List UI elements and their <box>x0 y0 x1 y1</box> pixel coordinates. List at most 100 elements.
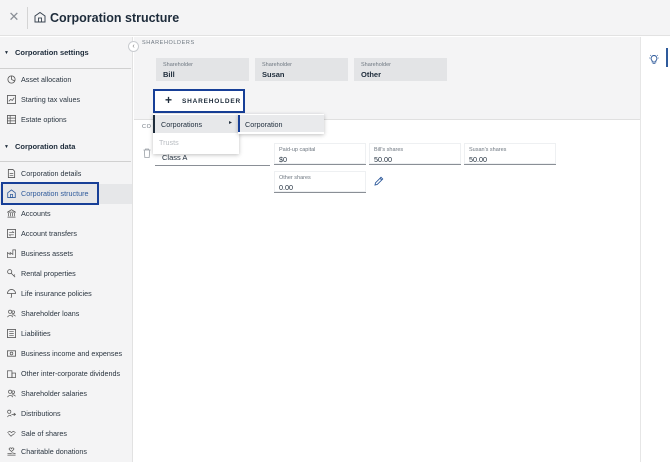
share-icon <box>7 409 16 418</box>
key-icon <box>7 269 16 278</box>
handshake-icon <box>7 430 16 437</box>
sidebar-item-liabilities[interactable]: Liabilities <box>0 324 132 344</box>
shareholder-label: Shareholder <box>262 62 292 68</box>
sidebar-item-label: Asset allocation <box>21 75 72 84</box>
paid-up-capital-field[interactable]: Paid-up capital $0 <box>274 143 366 165</box>
sidebar-item-label: Accounts <box>21 209 51 218</box>
field-label: Other shares <box>279 175 311 181</box>
transfer-icon <box>7 229 16 238</box>
close-icon[interactable]: ✕ <box>8 10 20 23</box>
divider <box>0 68 131 69</box>
sidebar-item-asset-allocation[interactable]: Asset allocation <box>0 70 132 90</box>
shareholder-type-menu: Corporations ▸ Trusts <box>153 114 239 154</box>
menu-item-label: Corporations <box>161 120 203 129</box>
sidebar-item-label: Shareholder loans <box>21 309 80 318</box>
grid-icon <box>7 115 16 124</box>
sidebar-item-sale-of-shares[interactable]: Sale of shares <box>0 424 132 444</box>
people-icon <box>7 389 16 398</box>
section-title: Corporation settings <box>14 48 89 57</box>
shareholders-heading: SHAREHOLDERS <box>142 40 195 46</box>
add-shareholder-button[interactable]: + SHAREHOLDER <box>153 89 245 113</box>
sidebar-item-label: Corporation details <box>21 169 82 178</box>
bills-shares-field[interactable]: Bill's shares 50.00 <box>369 143 461 165</box>
lightbulb-icon[interactable] <box>649 54 659 65</box>
sidebar-item-label: Estate options <box>21 115 67 124</box>
shareholder-label: Shareholder <box>163 62 193 68</box>
people-icon <box>7 309 16 318</box>
field-value: 50.00 <box>469 155 487 164</box>
field-label: Susan's shares <box>469 147 507 153</box>
building-icon <box>34 11 46 23</box>
section-title: Corporation data <box>14 142 76 151</box>
share-classes-panel <box>134 119 640 462</box>
sidebar-item-label: Account transfers <box>21 229 77 238</box>
trash-icon[interactable] <box>143 148 151 158</box>
menu-item-label: Trusts <box>159 138 179 147</box>
sidebar-item-label: Life insurance policies <box>21 289 92 298</box>
umbrella-icon <box>7 289 16 298</box>
chevron-left-icon: ‹ <box>132 43 135 50</box>
field-value: 50.00 <box>374 155 392 164</box>
shareholder-label: Shareholder <box>361 62 391 68</box>
other-shares-field[interactable]: Other shares 0.00 <box>274 171 366 193</box>
sidebar-item-shareholder-loans[interactable]: Shareholder loans <box>0 304 132 324</box>
pie-icon <box>7 75 16 84</box>
sidebar-item-accounts[interactable]: Accounts <box>0 204 132 224</box>
shareholder-card[interactable]: Shareholder Other <box>354 58 447 81</box>
sidebar-item-label: Charitable donations <box>21 447 87 456</box>
menu-item-trusts[interactable]: Trusts <box>153 133 239 151</box>
page-title: Corporation structure <box>50 11 180 25</box>
shareholder-name: Susan <box>262 70 285 79</box>
submenu-item-corporation[interactable]: Corporation <box>238 115 324 132</box>
pencil-icon[interactable] <box>374 176 384 186</box>
document-icon <box>7 169 16 178</box>
menu-item-label: Corporation <box>245 120 283 129</box>
sidebar-item-label: Liabilities <box>21 329 51 338</box>
field-value: 0.00 <box>279 183 293 192</box>
sidebar-item-corporation-details[interactable]: Corporation details <box>0 164 132 184</box>
shareholder-card[interactable]: Shareholder Susan <box>255 58 348 81</box>
divider <box>0 161 131 162</box>
sidebar-item-business-assets[interactable]: Business assets <box>0 244 132 264</box>
sidebar-item-label: Business income and expenses <box>21 349 123 358</box>
sidebar-item-rental-properties[interactable]: Rental properties <box>0 264 132 284</box>
shareholder-name: Bill <box>163 70 175 79</box>
sidebar-item-business-income-and-expenses[interactable]: Business income and expenses <box>0 344 132 364</box>
shareholder-name: Other <box>361 70 382 79</box>
building-icon <box>7 370 16 378</box>
sidebar-item-life-insurance-policies[interactable]: Life insurance policies <box>0 284 132 304</box>
sidebar-item-label: Distributions <box>21 409 61 418</box>
sidebar-item-estate-options[interactable]: Estate options <box>0 110 132 130</box>
add-shareholder-label: SHAREHOLDER <box>182 98 241 105</box>
sidebar-section-corporation-data[interactable]: ▼ Corporation data <box>4 142 75 151</box>
cash-icon <box>7 350 16 357</box>
menu-item-corporations[interactable]: Corporations ▸ <box>153 115 239 133</box>
sidebar-item-label: Business assets <box>21 249 73 258</box>
sidebar-item-distributions[interactable]: Distributions <box>0 404 132 424</box>
title-divider <box>27 7 28 29</box>
sidebar-item-label: Starting tax values <box>21 95 81 104</box>
susans-shares-field[interactable]: Susan's shares 50.00 <box>464 143 556 165</box>
share-class-name: Class A <box>162 153 188 162</box>
sidebar-item-label: Other inter-corporate dividends <box>21 369 121 378</box>
collapse-sidebar-button[interactable]: ‹ <box>128 41 139 52</box>
sidebar-item-starting-tax-values[interactable]: Starting tax values <box>0 90 132 110</box>
field-label: Bill's shares <box>374 147 404 153</box>
field-label: Paid-up capital <box>279 147 316 153</box>
field-value: $0 <box>279 155 287 164</box>
sidebar-section-corporation-settings[interactable]: ▼ Corporation settings <box>4 48 89 57</box>
sidebar-item-shareholder-salaries[interactable]: Shareholder salaries <box>0 384 132 404</box>
factory-icon <box>7 249 16 258</box>
sidebar-item-account-transfers[interactable]: Account transfers <box>0 224 132 244</box>
active-indicator <box>666 48 668 67</box>
sidebar-item-label: Shareholder salaries <box>21 389 87 398</box>
bank-icon <box>7 209 16 218</box>
chart-icon <box>7 95 16 104</box>
ledger-icon <box>7 329 16 338</box>
sidebar-item-other-inter-corporate-dividends[interactable]: Other inter-corporate dividends <box>0 364 132 384</box>
highlight-box <box>1 182 99 205</box>
share-classes-heading: CO <box>142 124 152 130</box>
plus-icon: + <box>165 93 173 107</box>
shareholder-card[interactable]: Shareholder Bill <box>156 58 249 81</box>
sidebar-item-charitable-donations[interactable]: Charitable donations <box>0 442 132 462</box>
